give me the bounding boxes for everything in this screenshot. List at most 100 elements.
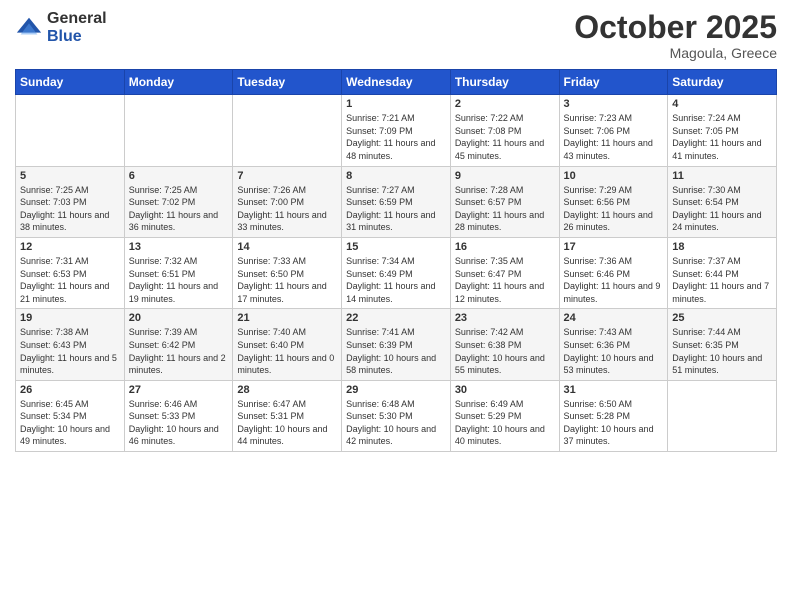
- col-saturday: Saturday: [668, 70, 777, 95]
- table-row: 26 Sunrise: 6:45 AMSunset: 5:34 PMDayligh…: [16, 380, 125, 451]
- day-info: Sunrise: 6:45 AMSunset: 5:34 PMDaylight:…: [20, 398, 120, 448]
- day-number: 18: [672, 241, 772, 253]
- day-number: 23: [455, 312, 555, 324]
- table-row: 7 Sunrise: 7:26 AMSunset: 7:00 PMDaylight…: [233, 166, 342, 237]
- logo: General Blue: [15, 10, 107, 45]
- location: Magoula, Greece: [574, 45, 777, 61]
- table-row: [16, 95, 125, 166]
- table-row: 22Sunrise: 7:41 AMSunset: 6:39 PMDayligh…: [342, 309, 451, 380]
- table-row: 28 Sunrise: 6:47 AMSunset: 5:31 PMDayligh…: [233, 380, 342, 451]
- day-info: Sunrise: 7:42 AMSunset: 6:38 PMDaylight:…: [455, 326, 555, 376]
- calendar-week-row: 19 Sunrise: 7:38 AMSunset: 6:43 PMDayligh…: [16, 309, 777, 380]
- day-number: 11: [672, 170, 772, 182]
- day-number: 28: [237, 384, 337, 396]
- day-info: Sunrise: 7:37 AMSunset: 6:44 PMDaylight:…: [672, 255, 772, 305]
- day-info: Sunrise: 7:25 AMSunset: 7:02 PMDaylight:…: [129, 184, 229, 234]
- table-row: 24 Sunrise: 7:43 AMSunset: 6:36 PMDayligh…: [559, 309, 668, 380]
- day-info: Sunrise: 7:23 AMSunset: 7:06 PMDaylight:…: [564, 112, 664, 162]
- col-sunday: Sunday: [16, 70, 125, 95]
- table-row: 18 Sunrise: 7:37 AMSunset: 6:44 PMDayligh…: [668, 237, 777, 308]
- calendar-header-row: Sunday Monday Tuesday Wednesday Thursday…: [16, 70, 777, 95]
- day-info: Sunrise: 7:21 AMSunset: 7:09 PMDaylight:…: [346, 112, 446, 162]
- table-row: 6Sunrise: 7:25 AMSunset: 7:02 PMDaylight…: [124, 166, 233, 237]
- table-row: 1Sunrise: 7:21 AMSunset: 7:09 PMDaylight…: [342, 95, 451, 166]
- table-row: 25 Sunrise: 7:44 AMSunset: 6:35 PMDayligh…: [668, 309, 777, 380]
- day-info: Sunrise: 7:26 AMSunset: 7:00 PMDaylight:…: [237, 184, 337, 234]
- day-number: 26: [20, 384, 120, 396]
- day-number: 4: [672, 98, 772, 110]
- table-row: 9 Sunrise: 7:28 AMSunset: 6:57 PMDaylight…: [450, 166, 559, 237]
- day-number: 3: [564, 98, 664, 110]
- day-info: Sunrise: 7:38 AMSunset: 6:43 PMDaylight:…: [20, 326, 120, 376]
- month-title: October 2025: [574, 10, 777, 45]
- day-number: 20: [129, 312, 229, 324]
- day-info: Sunrise: 7:24 AMSunset: 7:05 PMDaylight:…: [672, 112, 772, 162]
- day-number: 7: [237, 170, 337, 182]
- table-row: 17Sunrise: 7:36 AMSunset: 6:46 PMDayligh…: [559, 237, 668, 308]
- day-info: Sunrise: 7:27 AMSunset: 6:59 PMDaylight:…: [346, 184, 446, 234]
- day-info: Sunrise: 7:22 AMSunset: 7:08 PMDaylight:…: [455, 112, 555, 162]
- calendar-week-row: 12 Sunrise: 7:31 AMSunset: 6:53 PMDayligh…: [16, 237, 777, 308]
- table-row: 19 Sunrise: 7:38 AMSunset: 6:43 PMDayligh…: [16, 309, 125, 380]
- day-number: 13: [129, 241, 229, 253]
- title-block: October 2025 Magoula, Greece: [574, 10, 777, 61]
- day-info: Sunrise: 7:28 AMSunset: 6:57 PMDaylight:…: [455, 184, 555, 234]
- day-info: Sunrise: 6:48 AMSunset: 5:30 PMDaylight:…: [346, 398, 446, 448]
- table-row: 2 Sunrise: 7:22 AMSunset: 7:08 PMDaylight…: [450, 95, 559, 166]
- day-number: 19: [20, 312, 120, 324]
- day-info: Sunrise: 7:29 AMSunset: 6:56 PMDaylight:…: [564, 184, 664, 234]
- day-number: 12: [20, 241, 120, 253]
- table-row: 30 Sunrise: 6:49 AMSunset: 5:29 PMDayligh…: [450, 380, 559, 451]
- logo-icon: [15, 14, 43, 42]
- calendar-week-row: 26 Sunrise: 6:45 AMSunset: 5:34 PMDayligh…: [16, 380, 777, 451]
- table-row: 14 Sunrise: 7:33 AMSunset: 6:50 PMDayligh…: [233, 237, 342, 308]
- day-info: Sunrise: 6:47 AMSunset: 5:31 PMDaylight:…: [237, 398, 337, 448]
- calendar-week-row: 1Sunrise: 7:21 AMSunset: 7:09 PMDaylight…: [16, 95, 777, 166]
- table-row: 5Sunrise: 7:25 AMSunset: 7:03 PMDaylight…: [16, 166, 125, 237]
- day-number: 2: [455, 98, 555, 110]
- day-number: 27: [129, 384, 229, 396]
- day-number: 31: [564, 384, 664, 396]
- day-info: Sunrise: 7:31 AMSunset: 6:53 PMDaylight:…: [20, 255, 120, 305]
- table-row: 23 Sunrise: 7:42 AMSunset: 6:38 PMDayligh…: [450, 309, 559, 380]
- day-number: 21: [237, 312, 337, 324]
- table-row: 31 Sunrise: 6:50 AMSunset: 5:28 PMDayligh…: [559, 380, 668, 451]
- table-row: 29Sunrise: 6:48 AMSunset: 5:30 PMDayligh…: [342, 380, 451, 451]
- day-info: Sunrise: 7:44 AMSunset: 6:35 PMDaylight:…: [672, 326, 772, 376]
- day-number: 30: [455, 384, 555, 396]
- table-row: 8 Sunrise: 7:27 AMSunset: 6:59 PMDaylight…: [342, 166, 451, 237]
- day-info: Sunrise: 7:25 AMSunset: 7:03 PMDaylight:…: [20, 184, 120, 234]
- day-info: Sunrise: 6:50 AMSunset: 5:28 PMDaylight:…: [564, 398, 664, 448]
- calendar-table: Sunday Monday Tuesday Wednesday Thursday…: [15, 69, 777, 452]
- day-number: 16: [455, 241, 555, 253]
- table-row: 16Sunrise: 7:35 AMSunset: 6:47 PMDayligh…: [450, 237, 559, 308]
- day-number: 25: [672, 312, 772, 324]
- table-row: 11 Sunrise: 7:30 AMSunset: 6:54 PMDayligh…: [668, 166, 777, 237]
- table-row: [124, 95, 233, 166]
- day-number: 24: [564, 312, 664, 324]
- day-info: Sunrise: 7:30 AMSunset: 6:54 PMDaylight:…: [672, 184, 772, 234]
- col-wednesday: Wednesday: [342, 70, 451, 95]
- day-number: 14: [237, 241, 337, 253]
- col-tuesday: Tuesday: [233, 70, 342, 95]
- logo-blue-text: Blue: [47, 28, 107, 46]
- table-row: 10Sunrise: 7:29 AMSunset: 6:56 PMDayligh…: [559, 166, 668, 237]
- day-number: 9: [455, 170, 555, 182]
- day-info: Sunrise: 7:33 AMSunset: 6:50 PMDaylight:…: [237, 255, 337, 305]
- col-monday: Monday: [124, 70, 233, 95]
- day-info: Sunrise: 7:40 AMSunset: 6:40 PMDaylight:…: [237, 326, 337, 376]
- page: General Blue October 2025 Magoula, Greec…: [0, 0, 792, 612]
- table-row: 4 Sunrise: 7:24 AMSunset: 7:05 PMDaylight…: [668, 95, 777, 166]
- table-row: [233, 95, 342, 166]
- table-row: [668, 380, 777, 451]
- table-row: 13 Sunrise: 7:32 AMSunset: 6:51 PMDayligh…: [124, 237, 233, 308]
- table-row: 21 Sunrise: 7:40 AMSunset: 6:40 PMDayligh…: [233, 309, 342, 380]
- day-info: Sunrise: 7:43 AMSunset: 6:36 PMDaylight:…: [564, 326, 664, 376]
- day-number: 8: [346, 170, 446, 182]
- logo-text: General Blue: [47, 10, 107, 45]
- calendar-week-row: 5Sunrise: 7:25 AMSunset: 7:03 PMDaylight…: [16, 166, 777, 237]
- table-row: 12 Sunrise: 7:31 AMSunset: 6:53 PMDayligh…: [16, 237, 125, 308]
- day-info: Sunrise: 7:32 AMSunset: 6:51 PMDaylight:…: [129, 255, 229, 305]
- day-info: Sunrise: 6:49 AMSunset: 5:29 PMDaylight:…: [455, 398, 555, 448]
- day-info: Sunrise: 7:36 AMSunset: 6:46 PMDaylight:…: [564, 255, 664, 305]
